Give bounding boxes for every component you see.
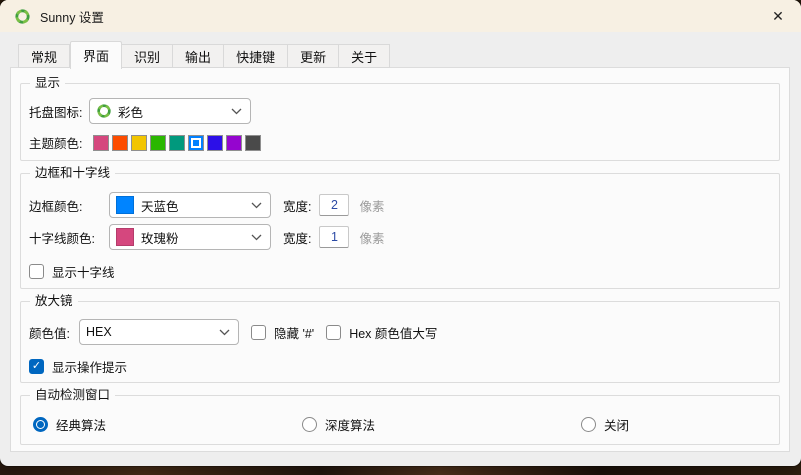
tab-update[interactable]: 更新	[288, 44, 339, 68]
tab-general[interactable]: 常规	[18, 44, 70, 68]
titlebar: Sunny 设置 ✕	[0, 0, 801, 32]
radio-off[interactable]	[581, 417, 596, 432]
tab-page-interface: 显示 托盘图标: 彩色 主题颜色:	[10, 67, 790, 452]
chevron-down-icon	[231, 108, 242, 115]
chevron-down-icon	[251, 234, 262, 241]
radio-classic-label: 经典算法	[56, 415, 106, 434]
screen: Sunny 设置 ✕ 常规 界面 识别 输出 快捷键 更新 关于 显示 托盘图标…	[0, 0, 801, 475]
crosshair-width-input[interactable]	[319, 226, 349, 248]
radio-deep-algorithm[interactable]	[302, 417, 317, 432]
tab-bar: 常规 界面 识别 输出 快捷键 更新 关于	[18, 41, 390, 68]
group-autodetect-title: 自动检测窗口	[30, 387, 115, 404]
hide-hash-label: 隐藏 '#'	[274, 323, 314, 342]
tray-icon-value: 彩色	[118, 102, 227, 121]
border-width-unit: 像素	[359, 196, 384, 215]
crosshair-color-swatch	[116, 228, 134, 246]
crosshair-color-value: 玫瑰粉	[141, 228, 247, 247]
chevron-down-icon	[219, 329, 230, 336]
tab-interface[interactable]: 界面	[70, 41, 122, 69]
group-display-title: 显示	[30, 75, 65, 92]
tab-hotkeys[interactable]: 快捷键	[224, 44, 288, 68]
show-crosshair-label: 显示十字线	[52, 262, 115, 281]
border-color-swatch	[116, 196, 134, 214]
tray-icon-dropdown[interactable]: 彩色	[89, 98, 251, 124]
color-format-label: 颜色值:	[29, 323, 79, 342]
border-width-input[interactable]	[319, 194, 349, 216]
show-tips-label: 显示操作提示	[52, 357, 127, 376]
radio-classic-algorithm[interactable]	[33, 417, 48, 432]
group-border-crosshair: 边框和十字线 边框颜色: 天蓝色 宽度: 像素 十字线颜色	[20, 173, 780, 289]
tab-output[interactable]: 输出	[173, 44, 224, 68]
theme-color-swatch[interactable]	[207, 135, 223, 151]
close-button[interactable]: ✕	[763, 3, 793, 29]
theme-color-swatch[interactable]	[131, 135, 147, 151]
theme-color-label: 主题颜色:	[29, 133, 93, 152]
chevron-down-icon	[251, 202, 262, 209]
theme-color-swatch[interactable]	[169, 135, 185, 151]
crosshair-color-dropdown[interactable]: 玫瑰粉	[109, 224, 271, 250]
radio-off-label: 关闭	[604, 415, 629, 434]
app-logo-icon	[14, 8, 31, 25]
group-border-title: 边框和十字线	[30, 165, 115, 182]
theme-color-swatch[interactable]	[150, 135, 166, 151]
radio-deep-label: 深度算法	[325, 415, 375, 434]
tray-colorful-icon	[96, 103, 112, 119]
theme-color-swatch[interactable]	[226, 135, 242, 151]
show-tips-row: ✓ 显示操作提示	[29, 357, 771, 376]
show-tips-checkbox[interactable]: ✓	[29, 359, 44, 374]
tab-about[interactable]: 关于	[339, 44, 390, 68]
crosshair-width-unit: 像素	[359, 228, 384, 247]
theme-color-swatch[interactable]	[93, 135, 109, 151]
color-format-row: 颜色值: HEX 隐藏 '#' Hex 颜色值大写	[29, 319, 771, 345]
tray-icon-label: 托盘图标:	[29, 102, 89, 121]
autodetect-options-row: 经典算法 深度算法 关闭	[29, 415, 771, 434]
color-format-value: HEX	[86, 325, 215, 339]
theme-color-swatch[interactable]	[245, 135, 261, 151]
border-color-row: 边框颜色: 天蓝色 宽度: 像素	[29, 192, 771, 218]
show-crosshair-row: 显示十字线	[29, 262, 771, 281]
theme-color-swatch[interactable]	[188, 135, 204, 151]
hex-uppercase-label: Hex 颜色值大写	[349, 323, 437, 342]
show-crosshair-checkbox[interactable]	[29, 264, 44, 279]
crosshair-color-label: 十字线颜色:	[29, 228, 109, 247]
crosshair-width-label: 宽度:	[283, 228, 311, 247]
settings-window: Sunny 设置 ✕ 常规 界面 识别 输出 快捷键 更新 关于 显示 托盘图标…	[0, 0, 801, 466]
tab-recognition[interactable]: 识别	[122, 44, 173, 68]
theme-color-row	[93, 135, 261, 151]
hide-hash-checkbox[interactable]	[251, 325, 266, 340]
theme-color-row-wrap: 主题颜色:	[29, 133, 771, 152]
hex-uppercase-checkbox[interactable]	[326, 325, 341, 340]
border-color-label: 边框颜色:	[29, 196, 109, 215]
window-title: Sunny 设置	[40, 7, 104, 26]
theme-color-swatch[interactable]	[112, 135, 128, 151]
group-display: 显示 托盘图标: 彩色 主题颜色:	[20, 83, 780, 161]
crosshair-color-row: 十字线颜色: 玫瑰粉 宽度: 像素	[29, 224, 771, 250]
tray-icon-row: 托盘图标: 彩色	[29, 98, 771, 124]
group-magnifier-title: 放大镜	[30, 293, 78, 310]
border-width-label: 宽度:	[283, 196, 311, 215]
border-color-value: 天蓝色	[141, 196, 247, 215]
border-color-dropdown[interactable]: 天蓝色	[109, 192, 271, 218]
group-magnifier: 放大镜 颜色值: HEX 隐藏 '#' Hex 颜色值大写	[20, 301, 780, 383]
group-autodetect: 自动检测窗口 经典算法 深度算法 关闭	[20, 395, 780, 445]
color-format-dropdown[interactable]: HEX	[79, 319, 239, 345]
